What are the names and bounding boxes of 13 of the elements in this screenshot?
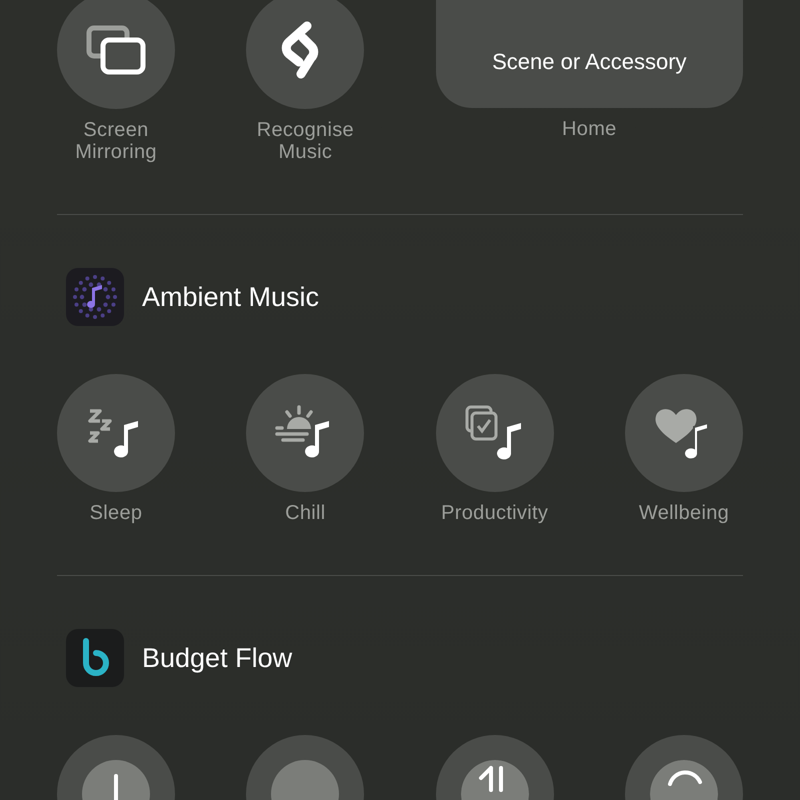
shortcut-label: Chill [285,502,326,524]
screen-mirroring-icon [85,24,147,76]
shortcut-label: Sleep [90,502,142,524]
control-label: Screen Mirroring [74,119,158,163]
home-tile[interactable]: Scene or Accessory [436,0,743,108]
home-caption: Home [562,118,617,140]
section-title: Ambient Music [142,282,320,312]
control-label: Recognise Music [256,119,355,163]
section-title: Budget Flow [142,642,292,674]
shortcut-label: Productivity [441,502,548,524]
app-icon [66,629,124,687]
app-icon [66,268,124,326]
shortcut-label: Wellbeing [638,502,730,524]
